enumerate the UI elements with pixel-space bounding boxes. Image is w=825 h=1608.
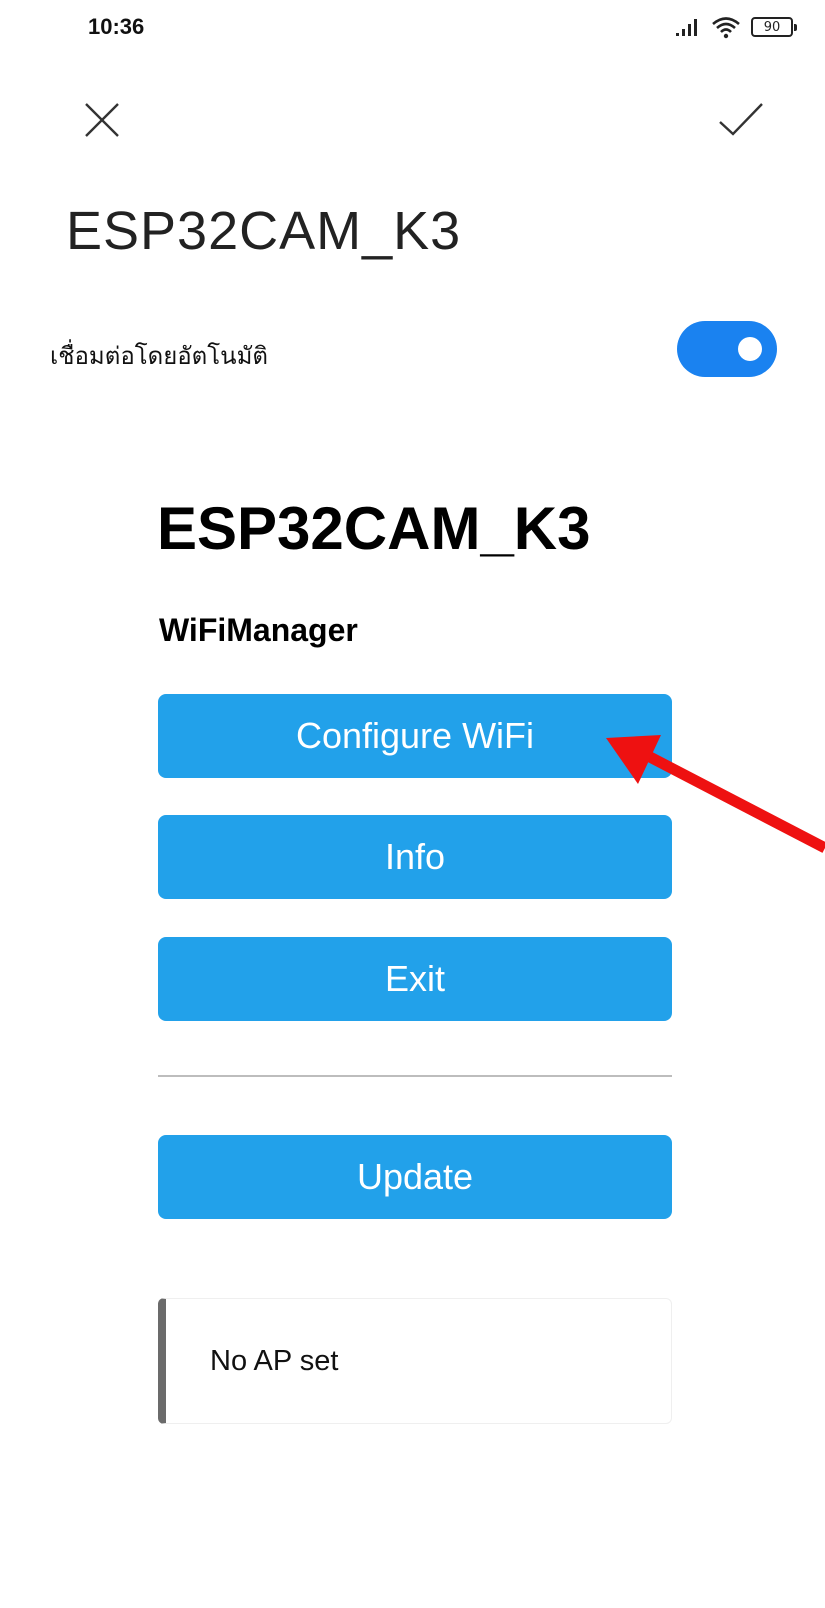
battery-level: 90: [763, 19, 781, 35]
divider: [158, 1075, 672, 1077]
status-time: 10:36: [88, 14, 145, 39]
wifi-icon: [712, 17, 740, 39]
exit-button[interactable]: Exit: [158, 937, 672, 1021]
auto-connect-label: เชื่อมต่อโดยอัตโนมัติ: [50, 342, 268, 370]
signal-icon: [676, 19, 697, 36]
portal-subtitle: WiFiManager: [159, 612, 358, 648]
confirm-button[interactable]: [717, 98, 765, 142]
toggle-knob: [738, 337, 762, 361]
update-button[interactable]: Update: [158, 1135, 672, 1219]
status-message-box: No AP set: [158, 1298, 672, 1424]
auto-connect-toggle[interactable]: [677, 321, 777, 377]
status-message: No AP set: [210, 1345, 339, 1377]
network-name-title: ESP32CAM_K3: [66, 201, 462, 261]
info-button[interactable]: Info: [158, 815, 672, 899]
battery-icon: 90: [751, 17, 797, 37]
status-icons: 90: [675, 14, 797, 40]
checkmark-icon: [719, 103, 763, 136]
close-icon: [85, 103, 119, 137]
close-button[interactable]: [80, 98, 124, 142]
configure-wifi-button[interactable]: Configure WiFi: [158, 694, 672, 778]
portal-title: ESP32CAM_K3: [157, 495, 591, 562]
